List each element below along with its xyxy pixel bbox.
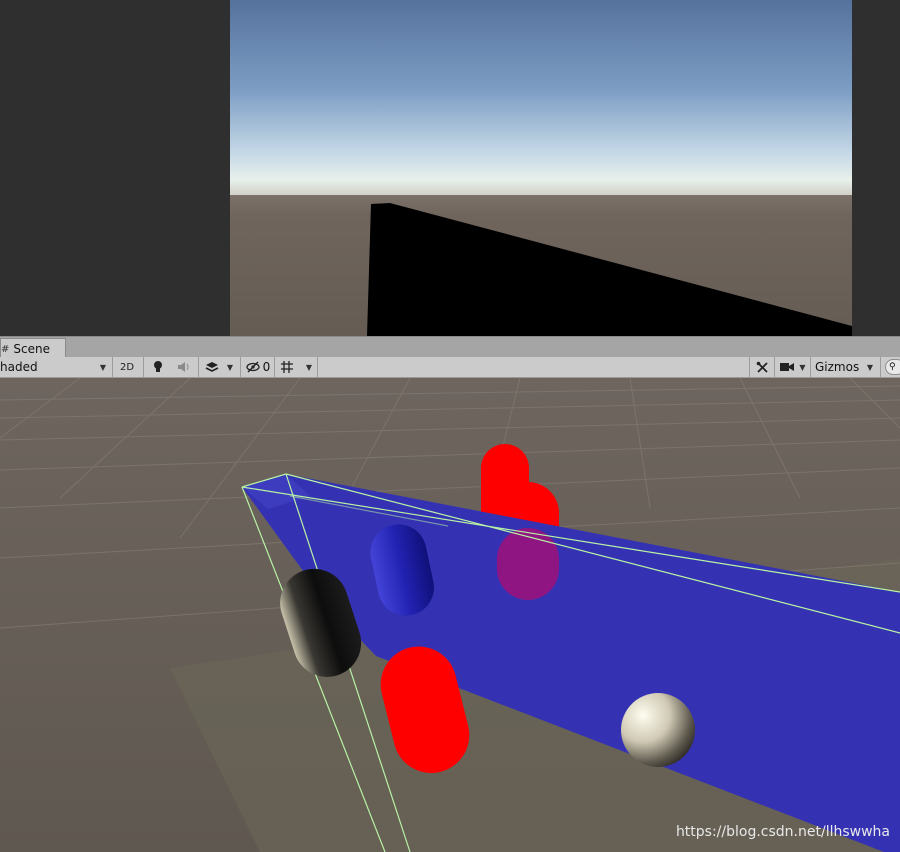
tab-scene-label: Scene bbox=[13, 342, 50, 356]
grid-dropdown[interactable]: ▼ bbox=[277, 358, 315, 376]
chevron-down-icon: ▼ bbox=[866, 362, 873, 372]
tools-button[interactable] bbox=[752, 358, 772, 376]
scene-visibility-button[interactable]: 0 bbox=[243, 358, 273, 376]
tab-scene[interactable]: # Scene bbox=[0, 338, 66, 359]
audio-toggle-button[interactable] bbox=[172, 358, 196, 376]
lightbulb-icon bbox=[154, 361, 162, 372]
shading-mode-label: haded bbox=[0, 360, 38, 374]
scene-toolbar: haded ▼ 2D ▼ 0 ▼ ▼ Gizmos ▼ ⚲ bbox=[0, 357, 900, 378]
toolbar-divider bbox=[317, 357, 318, 378]
chevron-down-icon: ▼ bbox=[226, 362, 234, 372]
shading-mode-dropdown[interactable]: haded ▼ bbox=[0, 358, 110, 376]
toolbar-divider bbox=[880, 357, 881, 378]
hash-icon: # bbox=[1, 343, 10, 355]
grid-icon bbox=[280, 361, 293, 373]
toolbar-divider bbox=[198, 357, 199, 378]
camera-dropdown[interactable]: ▼ bbox=[777, 358, 809, 376]
layers-icon bbox=[205, 362, 219, 372]
toolbar-divider bbox=[240, 357, 241, 378]
lighting-toggle-button[interactable] bbox=[147, 358, 169, 376]
toolbar-divider bbox=[143, 357, 144, 378]
chevron-down-icon: ▼ bbox=[799, 362, 806, 372]
eye-slash-icon bbox=[246, 361, 260, 373]
gizmos-dropdown[interactable]: Gizmos ▼ bbox=[812, 358, 878, 376]
toggle-2d-label: 2D bbox=[119, 361, 135, 373]
tools-icon bbox=[756, 361, 768, 373]
chevron-down-icon: ▼ bbox=[305, 362, 313, 372]
red-capsule-tinted bbox=[497, 528, 559, 600]
toolbar-divider bbox=[774, 357, 775, 378]
toolbar-divider bbox=[274, 357, 275, 378]
scene-view[interactable]: https://blog.csdn.net/llhswwha bbox=[0, 378, 900, 852]
speaker-icon bbox=[178, 362, 189, 372]
toggle-2d-button[interactable]: 2D bbox=[116, 358, 138, 376]
search-input[interactable]: ⚲ bbox=[885, 359, 900, 375]
scene-view-render bbox=[0, 378, 900, 852]
game-view[interactable] bbox=[230, 0, 852, 336]
watermark: https://blog.csdn.net/llhswwha bbox=[675, 824, 890, 840]
camera-icon bbox=[780, 363, 795, 371]
scene-tab-bar: # Scene bbox=[0, 336, 900, 359]
gizmos-label: Gizmos bbox=[815, 360, 860, 374]
toolbar-divider bbox=[112, 357, 113, 378]
game-panel-right-margin bbox=[852, 0, 900, 336]
chevron-down-icon: ▼ bbox=[99, 362, 106, 372]
game-panel-left-margin bbox=[0, 0, 230, 336]
toolbar-divider bbox=[810, 357, 811, 378]
game-sky bbox=[230, 0, 852, 200]
toolbar-divider bbox=[749, 357, 750, 378]
hidden-object-count: 0 bbox=[262, 360, 271, 374]
effects-dropdown[interactable]: ▼ bbox=[201, 358, 237, 376]
game-view-render bbox=[230, 0, 852, 336]
search-icon: ⚲ bbox=[889, 362, 896, 372]
sphere bbox=[621, 693, 695, 767]
